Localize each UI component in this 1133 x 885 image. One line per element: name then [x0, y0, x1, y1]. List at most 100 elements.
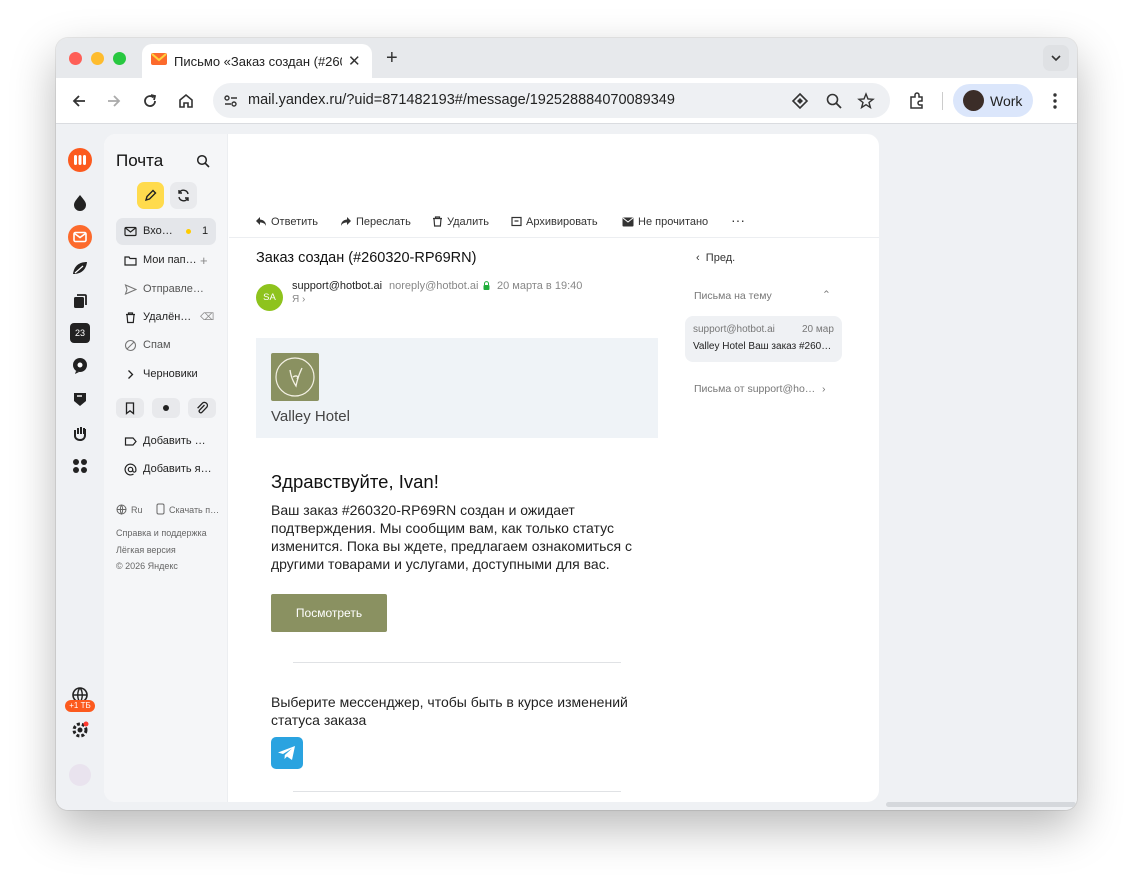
folder-spam[interactable]: Спам: [116, 332, 216, 359]
chevron-right-icon: ›: [822, 383, 826, 395]
divider: [293, 662, 621, 663]
folder-inbox[interactable]: Вхо… 1: [116, 218, 216, 245]
order-paragraph: Ваш заказ #260320-RP69RN создан и ожидае…: [271, 502, 632, 572]
folder-my-folders[interactable]: Мои пап… +: [116, 247, 216, 274]
message-subject: Заказ создан (#260320-RP69RN): [256, 250, 477, 266]
feed-drop-icon[interactable]: [70, 192, 90, 212]
folder-sent[interactable]: Отправле…: [116, 276, 216, 303]
clean-brush-icon[interactable]: ⌫: [200, 312, 214, 323]
messenger-leaf-icon[interactable]: [70, 258, 90, 278]
address-bar[interactable]: mail.yandex.ru/?uid=871482193#/message/1…: [213, 83, 890, 118]
mail-panel: Почта Вхо… 1 Мои пап… + Отправле… Удалён…: [104, 134, 879, 802]
thread-heading[interactable]: Письма на тему ⌃: [694, 289, 831, 302]
sender-email[interactable]: noreply@hotbot.ai: [389, 280, 478, 292]
filter-important[interactable]: [116, 398, 144, 418]
back-icon[interactable]: [69, 91, 89, 111]
thread-card-subject: Valley Hotel Ваш заказ #260…: [693, 341, 832, 352]
maximize-window-button[interactable]: [113, 52, 126, 65]
folder-trash[interactable]: Удалён… ⌫: [116, 304, 216, 331]
help-link[interactable]: Справка и поддержка: [116, 528, 207, 538]
tab-search-button[interactable]: [1043, 45, 1069, 71]
hand-wave-icon[interactable]: [70, 422, 90, 442]
delete-label: Удалить: [447, 216, 489, 228]
new-tab-button[interactable]: +: [386, 47, 398, 70]
site-settings-icon[interactable]: [223, 93, 239, 109]
forward-icon[interactable]: [104, 91, 124, 111]
message-body: Valley Hotel Здравствуйте, Ivan! Ваш зак…: [229, 324, 684, 802]
add-mailbox-link[interactable]: Добавить …: [116, 428, 216, 455]
archive-button[interactable]: Архивировать: [511, 216, 598, 228]
folder-drafts[interactable]: Черновики: [116, 361, 216, 388]
all-services-icon[interactable]: [70, 456, 90, 476]
reload-icon[interactable]: [140, 91, 160, 111]
close-window-button[interactable]: [69, 52, 82, 65]
mail-service-icon[interactable]: [68, 225, 92, 249]
tab-bar: Письмо «Заказ создан (#260320-RP69RN)» —…: [56, 38, 1077, 78]
thread-message-card[interactable]: support@hotbot.ai 20 мар Valley Hotel Ва…: [685, 316, 842, 362]
language-switch[interactable]: Ru: [131, 505, 143, 515]
delete-button[interactable]: Удалить: [432, 216, 489, 228]
mark-unread-button[interactable]: Не прочитано: [622, 216, 708, 228]
bookmark-icon: [125, 402, 135, 415]
storage-badge[interactable]: +1 ТБ: [65, 700, 95, 712]
thread-heading-label: Письма на тему: [694, 290, 772, 302]
thread-panel: ‹ Пред. Письма на тему ⌃ support@hotbot.a…: [684, 238, 879, 802]
disk-icon[interactable]: [70, 291, 90, 311]
kebab-menu-icon[interactable]: [1045, 91, 1065, 111]
close-tab-icon[interactable]: ✕: [348, 52, 361, 70]
url-text: mail.yandex.ru/?uid=871482193#/message/1…: [248, 92, 675, 108]
home-icon[interactable]: [176, 91, 196, 111]
minimize-window-button[interactable]: [91, 52, 104, 65]
filter-unread[interactable]: [152, 398, 180, 418]
browser-tab[interactable]: Письмо «Заказ создан (#260320-RP69RN)» —…: [142, 44, 372, 78]
download-app-link[interactable]: Скачать п…: [169, 505, 219, 515]
chevron-left-icon: ‹: [696, 252, 700, 264]
lite-version-link[interactable]: Лёгкая версия: [116, 545, 176, 555]
messages-from-sender-link[interactable]: Письма от support@ho… ›: [694, 383, 826, 395]
refresh-button[interactable]: [170, 182, 197, 209]
forward-button[interactable]: Переслать: [340, 216, 411, 228]
compose-button[interactable]: [137, 182, 164, 209]
forward-label: Переслать: [356, 216, 411, 228]
reply-button[interactable]: Ответить: [255, 216, 318, 228]
page-content: 23 +1 ТБ Почта Вхо… 1 Мои пап… + Отправл…: [56, 124, 1077, 810]
add-folder-icon[interactable]: +: [200, 253, 208, 268]
extension-diamond-icon[interactable]: [791, 92, 809, 110]
mail-favicon-icon: [151, 53, 167, 65]
language-globe-icon[interactable]: [116, 504, 127, 515]
bookmark-star-icon[interactable]: [857, 92, 875, 110]
telemost-icon[interactable]: [70, 356, 90, 376]
recipient[interactable]: Я ›: [292, 294, 305, 305]
view-order-button[interactable]: Посмотреть: [271, 594, 387, 632]
more-actions-icon[interactable]: ···: [731, 212, 745, 228]
zoom-icon[interactable]: [825, 92, 843, 110]
chevron-right-icon: [128, 370, 134, 379]
mail-brand[interactable]: Почта: [116, 151, 163, 171]
horizontal-scrollbar[interactable]: [886, 802, 1076, 807]
browser-toolbar: mail.yandex.ru/?uid=871482193#/message/1…: [56, 78, 1077, 124]
telegram-icon[interactable]: [271, 737, 303, 769]
tab-title: Письмо «Заказ создан (#260320-RP69RN)» —…: [174, 54, 342, 69]
toolbar-divider: [942, 92, 943, 110]
extensions-puzzle-icon[interactable]: [907, 91, 927, 111]
add-yandex-mailbox-link[interactable]: Добавить я…: [116, 456, 216, 483]
thread-card-date: 20 мар: [802, 324, 834, 335]
profile-button[interactable]: Work: [953, 84, 1033, 117]
previous-message-link[interactable]: ‹ Пред.: [696, 252, 735, 264]
search-icon[interactable]: [196, 154, 210, 168]
add-link-label: Добавить я…: [143, 463, 212, 475]
sender-name[interactable]: support@hotbot.ai: [292, 280, 382, 292]
yandex-360-logo-icon[interactable]: [68, 148, 92, 172]
message-pane: Ответить Переслать Удалить Архивировать …: [229, 134, 879, 802]
user-avatar[interactable]: [69, 764, 91, 786]
settings-gear-icon[interactable]: [70, 720, 90, 740]
calendar-icon[interactable]: 23: [70, 323, 90, 343]
add-label-icon: [124, 437, 137, 446]
sender-avatar[interactable]: SA: [256, 284, 283, 311]
filter-attachments[interactable]: [188, 398, 216, 418]
inbox-count: 1: [202, 225, 209, 237]
notes-shield-icon[interactable]: [70, 389, 90, 409]
folder-label: Отправле…: [143, 283, 204, 295]
send-icon: [124, 284, 137, 295]
prev-label: Пред.: [705, 252, 736, 264]
